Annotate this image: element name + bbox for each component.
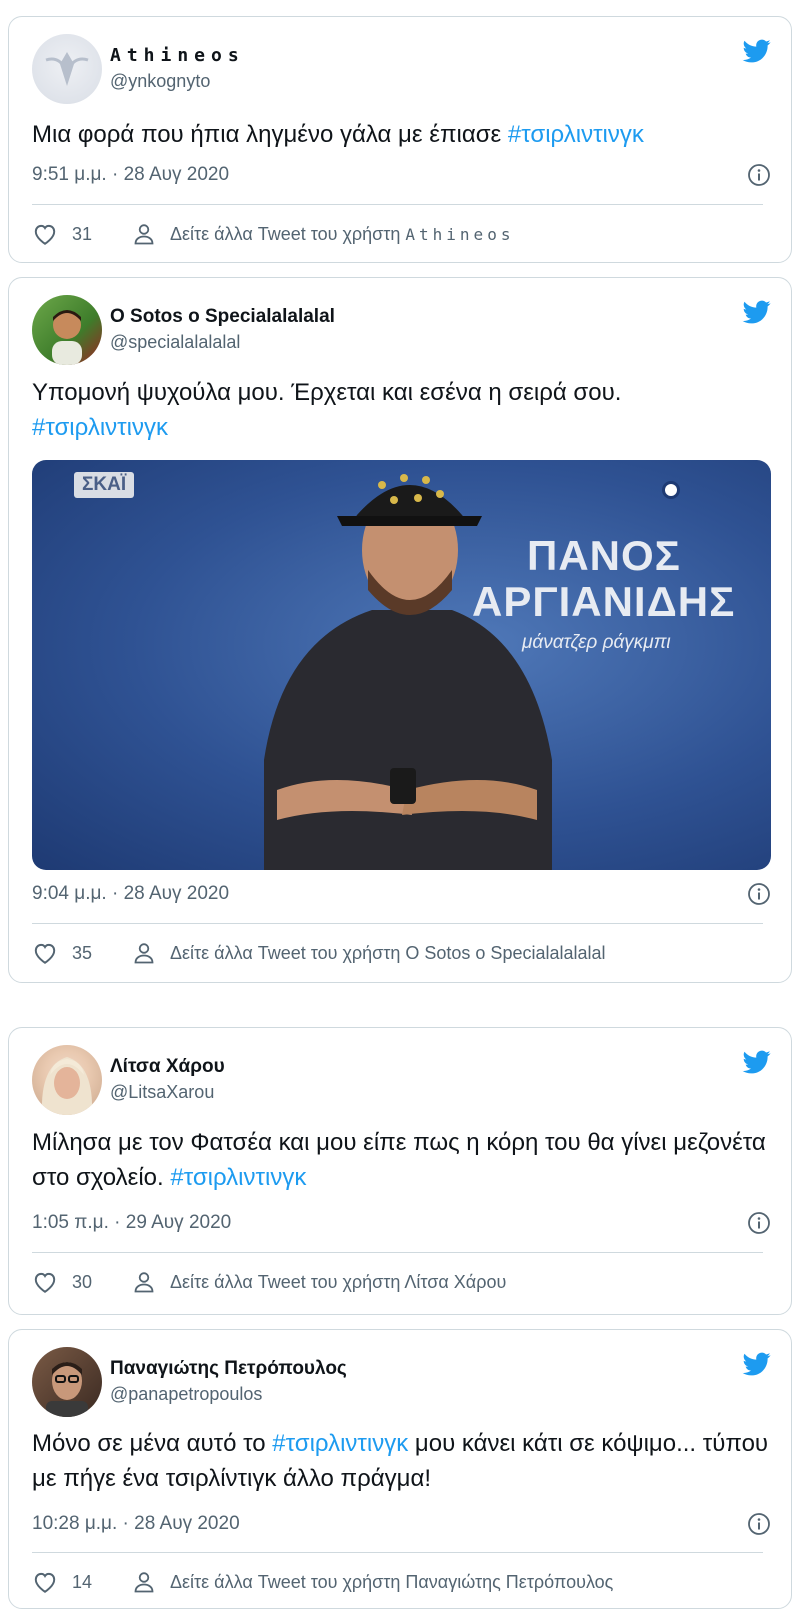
user-handle[interactable]: @ynkognyto bbox=[110, 71, 210, 92]
divider bbox=[32, 1252, 763, 1253]
person-icon bbox=[132, 221, 156, 247]
tweet-timestamp[interactable]: 9:04 μ.μ. · 28 Αυγ 2020 bbox=[32, 883, 229, 905]
tweet-text-body: Μίλησα με τον Φατσέα και μου είπε πως η … bbox=[32, 1129, 766, 1191]
avatar-face bbox=[41, 1057, 93, 1115]
avatar[interactable] bbox=[32, 34, 102, 104]
twitter-bird-icon[interactable] bbox=[741, 37, 773, 65]
tweet-timestamp[interactable]: 10:28 μ.μ. · 28 Αυγ 2020 bbox=[32, 1513, 240, 1535]
more-tweets-label: Δείτε άλλα Tweet του χρήστη bbox=[170, 942, 406, 963]
hashtag-link[interactable]: #τσιρλιντινγκ bbox=[170, 1164, 306, 1191]
info-icon[interactable] bbox=[747, 1512, 771, 1536]
media-title-line1: ΠΑΝΟΣ bbox=[527, 532, 681, 579]
avatar[interactable] bbox=[32, 1347, 102, 1417]
display-name[interactable]: Παναγιώτης Πετρόπουλος bbox=[110, 1358, 347, 1380]
avatar[interactable] bbox=[32, 1045, 102, 1115]
tweet-text: Μόνο σε μένα αυτό το #τσιρλιντινγκ μου κ… bbox=[32, 1426, 771, 1496]
info-icon[interactable] bbox=[747, 163, 771, 187]
display-name[interactable]: O Sotos o Specialalalalal bbox=[110, 306, 335, 328]
heart-icon bbox=[32, 1569, 58, 1595]
user-handle[interactable]: @LitsaXarou bbox=[110, 1082, 214, 1103]
like-button[interactable]: 30 bbox=[32, 1269, 132, 1295]
more-tweets-link[interactable]: Δείτε άλλα Tweet του χρήστη Λίτσα Χάρου bbox=[132, 1269, 506, 1295]
tweet-text-body: Υπομονή ψυχούλα μου. Έρχεται και εσένα η… bbox=[32, 379, 622, 406]
tweet-text-body: Μια φορά που ήπια ληγμένο γάλα με έπιασε bbox=[32, 121, 508, 148]
twitter-bird-icon[interactable] bbox=[741, 1350, 773, 1378]
twitter-bird-icon[interactable] bbox=[741, 1048, 773, 1076]
person-photo bbox=[264, 474, 552, 870]
twitter-bird-icon[interactable] bbox=[741, 298, 773, 326]
like-button[interactable]: 31 bbox=[32, 221, 132, 247]
tweet-text: Υπομονή ψυχούλα μου. Έρχεται και εσένα η… bbox=[32, 375, 771, 445]
tweet-card[interactable]: Λίτσα Χάρου @LitsaXarou Μίλησα με τον Φα… bbox=[8, 1027, 792, 1315]
tweet-text-body: Μόνο σε μένα αυτό το bbox=[32, 1430, 273, 1457]
like-count: 14 bbox=[72, 1571, 93, 1592]
tweet-actions: 30 Δείτε άλλα Tweet του χρήστη Λίτσα Χάρ… bbox=[32, 1267, 771, 1297]
more-tweets-label: Δείτε άλλα Tweet του χρήστη bbox=[170, 223, 406, 244]
more-tweets-user: O Sotos o Specialalalalal bbox=[405, 942, 606, 963]
tweet-actions: 31 Δείτε άλλα Tweet του χρήστη Athineos bbox=[32, 219, 771, 249]
heart-icon bbox=[32, 940, 58, 966]
more-tweets-user: Λίτσα Χάρου bbox=[404, 1271, 507, 1292]
like-button[interactable]: 35 bbox=[32, 940, 132, 966]
hashtag-link[interactable]: #τσιρλιντινγκ bbox=[272, 1430, 408, 1457]
display-name[interactable]: Athineos bbox=[110, 45, 245, 66]
like-count: 35 bbox=[72, 942, 93, 963]
media-title-line2: ΑΡΓΙΑΝΙΔΗΣ bbox=[472, 578, 736, 625]
more-tweets-user: Athineos bbox=[405, 224, 515, 244]
tweet-text: Μια φορά που ήπια ληγμένο γάλα με έπιασε… bbox=[32, 117, 771, 152]
divider bbox=[32, 204, 763, 205]
like-count: 30 bbox=[72, 1271, 93, 1292]
tweet-card[interactable]: O Sotos o Specialalalalal @specialalalal… bbox=[8, 277, 792, 983]
user-handle[interactable]: @panapetropoulos bbox=[110, 1384, 262, 1405]
heart-icon bbox=[32, 1269, 58, 1295]
tweet-actions: 14 Δείτε άλλα Tweet του χρήστη Παναγιώτη… bbox=[32, 1567, 771, 1597]
tweet-actions: 35 Δείτε άλλα Tweet του χρήστη O Sotos o… bbox=[32, 938, 771, 968]
media-subtitle: μάνατζερ ράγκμπι bbox=[522, 632, 671, 653]
avatar-face bbox=[52, 310, 82, 365]
divider bbox=[32, 1552, 763, 1553]
more-tweets-link[interactable]: Δείτε άλλα Tweet του χρήστη O Sotos o Sp… bbox=[132, 940, 606, 966]
more-tweets-label: Δείτε άλλα Tweet του χρήστη bbox=[170, 1271, 405, 1292]
tweet-card[interactable]: Athineos @ynkognyto Μια φορά που ήπια λη… bbox=[8, 16, 792, 263]
hashtag-link[interactable]: #τσιρλιντινγκ bbox=[32, 414, 168, 441]
like-count: 31 bbox=[72, 223, 93, 244]
more-tweets-user: Παναγιώτης Πετρόπουλος bbox=[405, 1571, 614, 1592]
avatar[interactable] bbox=[32, 295, 102, 365]
tweet-media-image[interactable]: ΣΚΑΪ ΠΑΝΟΣ ΑΡΓΙΑΝΙΔΗΣ μάνατζερ ράγκμπι bbox=[32, 460, 771, 870]
tweet-timestamp[interactable]: 9:51 μ.μ. · 28 Αυγ 2020 bbox=[32, 164, 229, 186]
tweet-text: Μίλησα με τον Φατσέα και μου είπε πως η … bbox=[32, 1125, 771, 1195]
more-tweets-link[interactable]: Δείτε άλλα Tweet του χρήστη Athineos bbox=[132, 221, 514, 247]
hashtag-link[interactable]: #τσιρλιντινγκ bbox=[508, 121, 644, 148]
info-icon[interactable] bbox=[747, 882, 771, 906]
person-icon bbox=[132, 1269, 156, 1295]
divider bbox=[32, 923, 763, 924]
person-icon bbox=[132, 1569, 156, 1595]
tweet-card[interactable]: Παναγιώτης Πετρόπουλος @panapetropoulos … bbox=[8, 1329, 792, 1609]
heart-icon bbox=[32, 221, 58, 247]
info-icon[interactable] bbox=[747, 1211, 771, 1235]
avatar-face bbox=[46, 1362, 88, 1417]
more-tweets-link[interactable]: Δείτε άλλα Tweet του χρήστη Παναγιώτης Π… bbox=[132, 1569, 613, 1595]
avatar-emblem bbox=[45, 52, 89, 86]
more-tweets-label: Δείτε άλλα Tweet του χρήστη bbox=[170, 1571, 406, 1592]
tweet-timestamp[interactable]: 1:05 π.μ. · 29 Αυγ 2020 bbox=[32, 1212, 231, 1234]
display-name[interactable]: Λίτσα Χάρου bbox=[110, 1056, 225, 1078]
person-icon bbox=[132, 940, 156, 966]
like-button[interactable]: 14 bbox=[32, 1569, 132, 1595]
user-handle[interactable]: @specialalalalal bbox=[110, 332, 240, 353]
